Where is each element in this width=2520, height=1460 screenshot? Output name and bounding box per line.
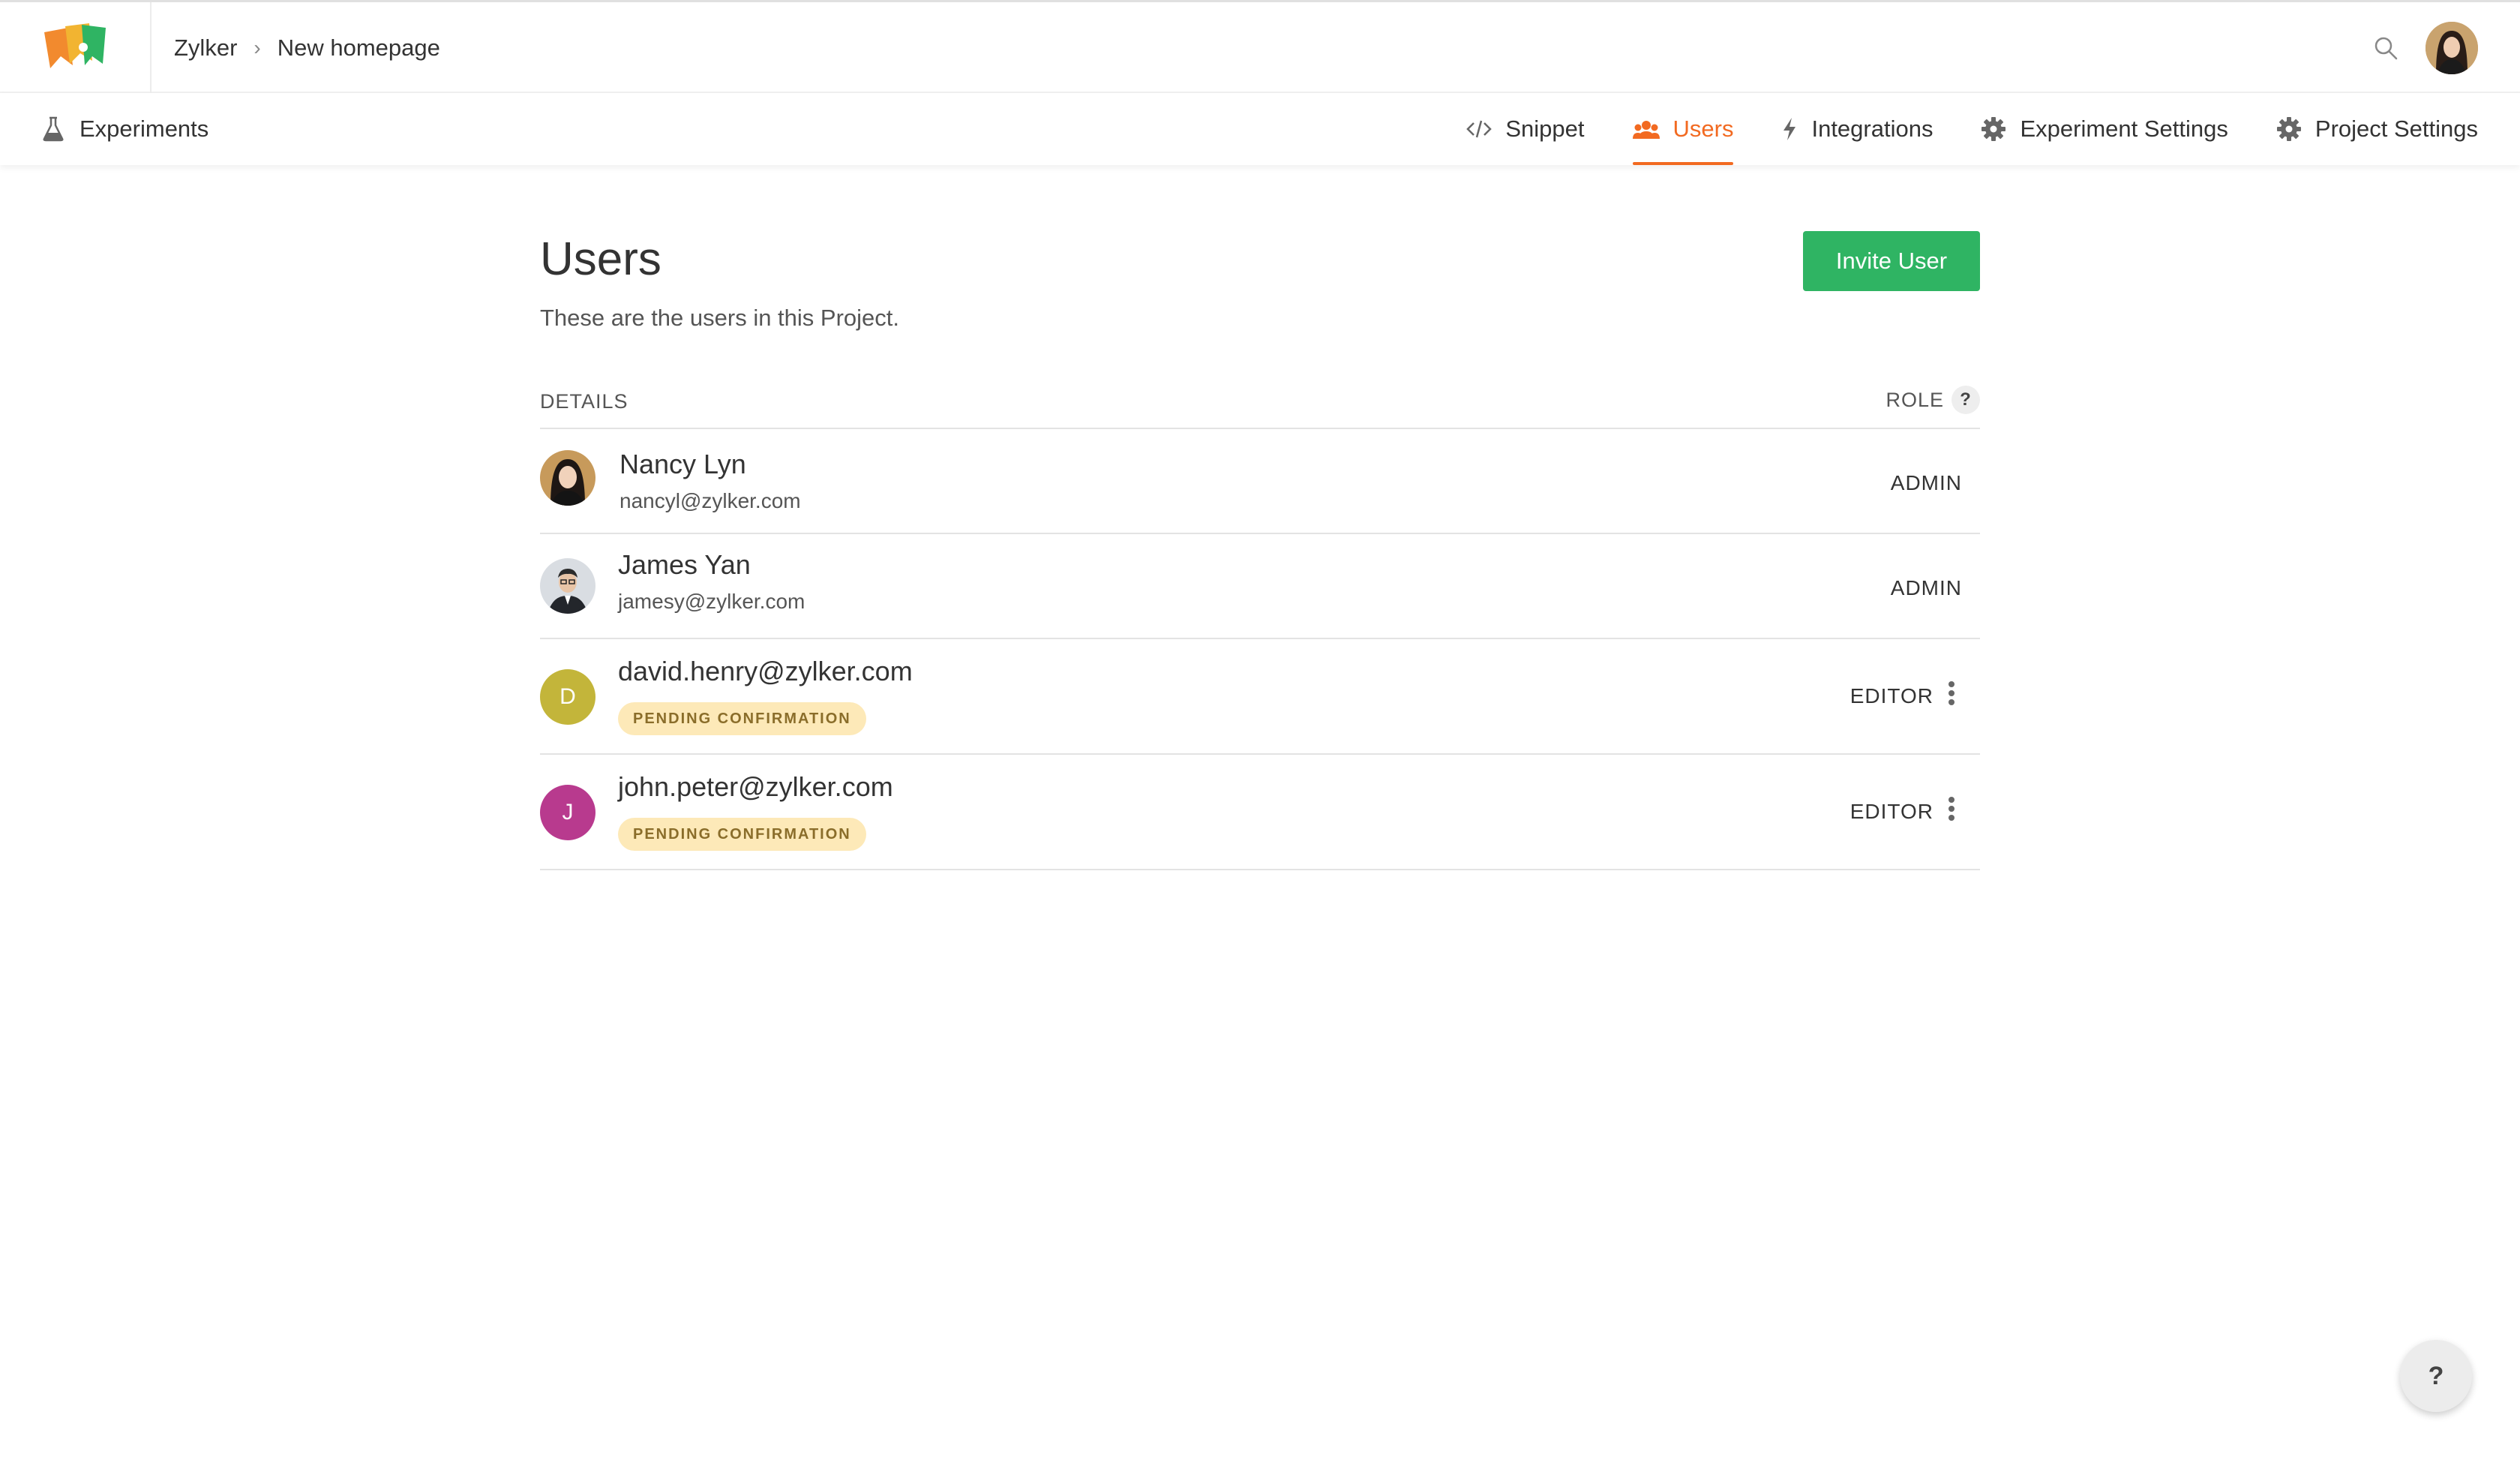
avatar-photo-icon bbox=[540, 450, 596, 506]
tab-label: Users bbox=[1672, 116, 1734, 142]
gear-icon bbox=[1982, 117, 2006, 141]
top-right-actions bbox=[2373, 2, 2478, 93]
user-email: jamesy@zylker.com bbox=[618, 590, 806, 613]
avatar bbox=[540, 558, 596, 614]
gear-icon bbox=[2276, 117, 2301, 141]
column-header-role: ROLE ? bbox=[1886, 386, 1980, 414]
table-row: J john.peter@zylker.com PENDING CONFIRMA… bbox=[540, 755, 1980, 870]
avatar bbox=[540, 450, 596, 506]
user-name: john.peter@zylker.com bbox=[618, 771, 893, 802]
app-logo-icon bbox=[44, 23, 106, 68]
user-role: ADMIN bbox=[1890, 576, 1962, 599]
tab-project-settings[interactable]: Project Settings bbox=[2276, 93, 2478, 165]
avatar: D bbox=[540, 669, 596, 725]
role-label: ROLE bbox=[1886, 388, 1944, 411]
table-row: James Yan jamesy@zylker.com ADMIN bbox=[540, 534, 1980, 639]
tab-users[interactable]: Users bbox=[1632, 93, 1734, 165]
page-title: Users bbox=[540, 233, 662, 285]
user-role: ADMIN bbox=[1890, 471, 1962, 494]
flask-icon bbox=[43, 116, 64, 142]
tab-label: Project Settings bbox=[2314, 116, 2478, 142]
invite-user-button[interactable]: Invite User bbox=[1803, 231, 1980, 291]
more-options-icon[interactable] bbox=[1944, 678, 1959, 708]
user-role: EDITOR bbox=[1850, 800, 1934, 823]
breadcrumb-project[interactable]: New homepage bbox=[278, 35, 440, 62]
table-row: D david.henry@zylker.com PENDING CONFIRM… bbox=[540, 639, 1980, 755]
tab-integrations[interactable]: Integrations bbox=[1781, 93, 1933, 165]
user-name: david.henry@zylker.com bbox=[618, 656, 913, 686]
table-row: Nancy Lyn nancyl@zylker.com ADMIN bbox=[540, 429, 1980, 534]
users-icon bbox=[1632, 121, 1660, 139]
help-button[interactable]: ? bbox=[2400, 1340, 2472, 1412]
code-icon bbox=[1466, 120, 1492, 138]
tab-label: Integrations bbox=[1811, 116, 1934, 142]
experiments-label: Experiments bbox=[80, 116, 209, 142]
sub-navigation: Experiments Snippet Users Integrations E… bbox=[0, 93, 2520, 165]
chevron-right-icon: › bbox=[254, 35, 261, 59]
search-icon[interactable] bbox=[2373, 35, 2398, 61]
avatar-photo-icon bbox=[2426, 21, 2478, 74]
breadcrumb: Zylker › New homepage bbox=[174, 2, 440, 93]
lightning-icon bbox=[1784, 118, 1796, 140]
breadcrumb-org[interactable]: Zylker bbox=[174, 35, 237, 62]
tab-label: Experiment Settings bbox=[2020, 116, 2228, 142]
experiments-link[interactable]: Experiments bbox=[42, 93, 208, 165]
user-role: EDITOR bbox=[1850, 684, 1934, 707]
more-options-icon[interactable] bbox=[1944, 794, 1959, 824]
tab-label: Snippet bbox=[1505, 116, 1585, 142]
user-name: Nancy Lyn bbox=[620, 449, 746, 479]
user-avatar[interactable] bbox=[2426, 21, 2478, 74]
table-header: DETAILS ROLE ? bbox=[540, 383, 1980, 429]
tab-snippet[interactable]: Snippet bbox=[1466, 93, 1585, 165]
user-email: nancyl@zylker.com bbox=[620, 489, 801, 512]
avatar-photo-icon bbox=[540, 558, 596, 614]
role-help-icon[interactable]: ? bbox=[1952, 386, 1980, 414]
page-subtitle: These are the users in this Project. bbox=[540, 305, 900, 331]
avatar: J bbox=[540, 785, 596, 840]
user-name: James Yan bbox=[618, 549, 751, 580]
column-header-details: DETAILS bbox=[540, 390, 628, 413]
tab-bar: Snippet Users Integrations Experiment Se… bbox=[1466, 93, 2478, 165]
tab-experiment-settings[interactable]: Experiment Settings bbox=[1981, 93, 2228, 165]
status-badge: PENDING CONFIRMATION bbox=[618, 818, 866, 851]
logo-area[interactable] bbox=[0, 2, 152, 93]
top-bar: Zylker › New homepage bbox=[0, 0, 2520, 93]
status-badge: PENDING CONFIRMATION bbox=[618, 702, 866, 735]
